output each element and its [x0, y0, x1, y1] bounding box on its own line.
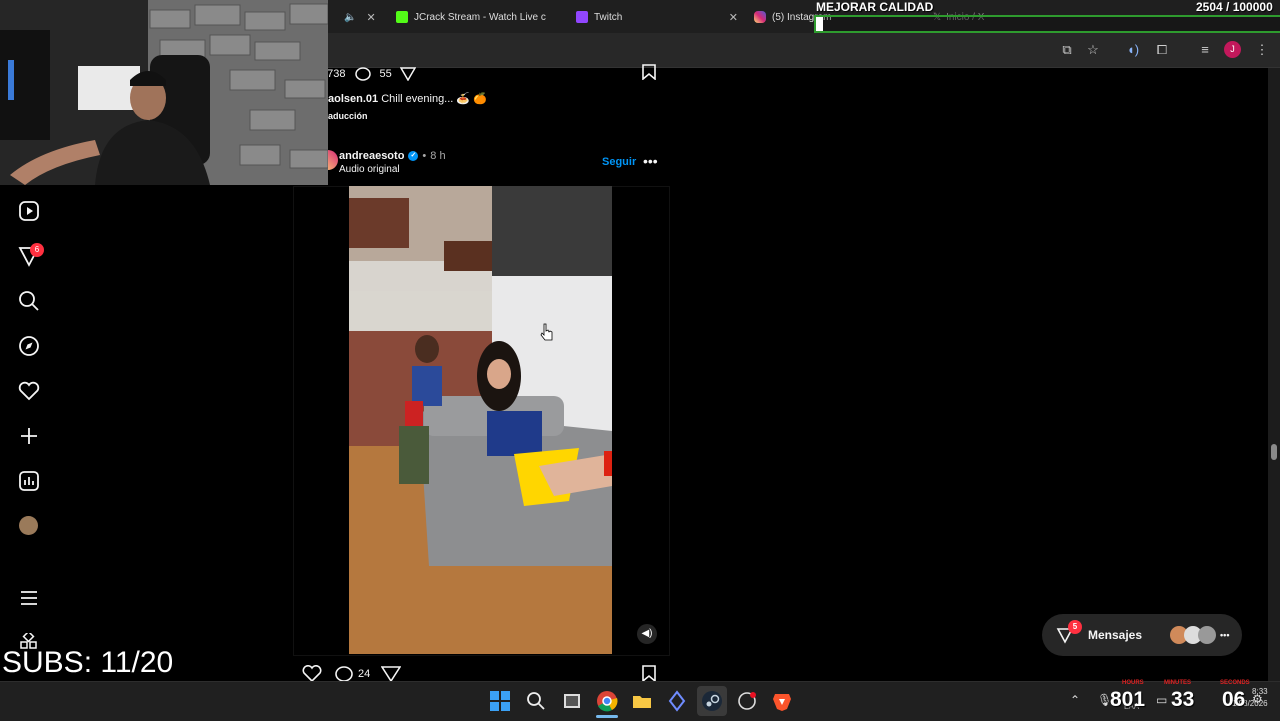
caption-text: Chill evening... 🍝 🍊 — [381, 93, 487, 105]
goal-title: MEJORAR CALIDAD — [816, 0, 934, 14]
search-icon[interactable] — [525, 690, 547, 712]
brave-icon[interactable] — [771, 690, 793, 712]
chrome-icon[interactable] — [596, 690, 618, 712]
post-time: 8 h — [430, 150, 446, 162]
media-controls-icon[interactable]: ≡ — [1195, 40, 1215, 60]
close-icon[interactable]: ✕ — [729, 11, 738, 24]
task-view-icon[interactable] — [561, 690, 583, 712]
create-plus-icon[interactable] — [17, 424, 41, 448]
verified-badge-icon: ✓ — [408, 151, 419, 161]
active-app-indicator — [596, 715, 618, 718]
scrollbar-thumb[interactable] — [1271, 444, 1277, 460]
kick-icon — [396, 11, 408, 23]
more-options-icon[interactable]: ••• — [643, 153, 658, 169]
post-author: andreaesoto ✓ • 8 h — [339, 150, 446, 162]
more-dots-icon: ••• — [1220, 630, 1230, 640]
comments-count: 55 — [379, 68, 392, 80]
speaker-muted-icon: 🔈 — [344, 11, 357, 23]
timer-seconds-label: SECONDS — [1220, 680, 1250, 686]
reels-icon[interactable] — [17, 199, 41, 223]
notifications-badge: 6 — [30, 243, 44, 257]
messages-label: Mensajes — [1088, 628, 1143, 642]
game-controller-icon[interactable] — [736, 690, 758, 712]
file-explorer-icon[interactable] — [631, 690, 653, 712]
see-translation-link[interactable]: aducción — [328, 111, 368, 121]
post-audio[interactable]: Audio original — [339, 164, 400, 175]
follow-button[interactable]: Seguir — [602, 156, 636, 168]
app-diamond-icon[interactable] — [666, 690, 688, 712]
instagram-icon — [754, 11, 766, 23]
tab-muted-audio[interactable]: 🔈 ✕ — [344, 4, 376, 30]
timer-minutes-label: MINUTES — [1164, 680, 1191, 686]
timer-hours-label: HOURS — [1122, 680, 1144, 686]
volume-muted-icon[interactable]: ◀) — [637, 624, 657, 644]
tray-expand-icon[interactable]: ⌃ — [1070, 693, 1080, 707]
tab-label: Twitch — [594, 11, 623, 23]
browser-menu-icon[interactable]: ⋮ — [1252, 40, 1272, 60]
webcam-image — [0, 0, 328, 185]
messages-badge: 5 — [1068, 620, 1082, 634]
close-icon[interactable]: ✕ — [366, 11, 375, 24]
profile-avatar[interactable] — [19, 516, 38, 535]
save-bookmark-icon[interactable] — [641, 665, 657, 682]
twitch-icon — [576, 11, 588, 23]
subs-counter: SUBS: 11/20 — [2, 646, 174, 679]
streamer-webcam — [0, 0, 328, 185]
notification-bell-icon[interactable]: ⚙ — [1252, 692, 1263, 706]
share-icon[interactable] — [381, 666, 401, 682]
goal-progress-bar — [814, 15, 1280, 33]
goal-count: 2504 / 100000 — [1196, 0, 1273, 14]
previous-post-caption: aolsen.01 Chill evening... 🍝 🍊 — [328, 92, 487, 105]
reel-video-frame[interactable] — [349, 186, 612, 654]
timer-hours: 801 — [1110, 688, 1146, 711]
save-bookmark-icon[interactable] — [641, 64, 657, 80]
messages-button[interactable]: 5 Mensajes ••• — [1042, 614, 1242, 656]
tab-kick[interactable]: JCrack Stream - Watch Live c — [396, 4, 566, 30]
mouse-cursor-icon — [540, 323, 553, 341]
explore-compass-icon[interactable] — [17, 334, 41, 358]
bookmark-star-icon[interactable]: ☆ — [1083, 40, 1103, 60]
profile-avatar[interactable]: J — [1224, 41, 1241, 58]
windows-start-icon[interactable] — [489, 690, 511, 712]
post-username[interactable]: andreaesoto — [339, 150, 404, 162]
more-menu-icon[interactable] — [17, 586, 41, 610]
share-icon[interactable] — [399, 67, 416, 81]
dashboard-icon[interactable] — [17, 469, 41, 493]
search-icon[interactable] — [17, 289, 41, 313]
timer-minutes: 33 — [1171, 688, 1195, 711]
extension-audio-icon[interactable]: ◖) — [1123, 40, 1143, 60]
install-app-icon[interactable]: ⧉ — [1057, 40, 1077, 60]
goal-progress-fill — [816, 17, 823, 31]
caption-username[interactable]: aolsen.01 — [328, 93, 378, 105]
previous-post-actions: 5,738 55 — [318, 66, 416, 82]
steam-icon[interactable] — [701, 690, 723, 712]
tab-twitch[interactable]: Twitch ✕ — [576, 4, 738, 30]
comment-icon[interactable] — [354, 66, 372, 82]
timer-seconds: 06 — [1222, 688, 1246, 711]
tab-label: JCrack Stream - Watch Live c — [414, 11, 546, 23]
page-scrollbar[interactable] — [1268, 68, 1280, 681]
reel-video-image — [349, 186, 612, 654]
post-comments-count: 24 — [358, 668, 371, 680]
avatar — [1198, 626, 1217, 644]
notifications-heart-icon[interactable] — [17, 379, 41, 403]
extensions-puzzle-icon[interactable]: ⧠ — [1152, 40, 1172, 60]
